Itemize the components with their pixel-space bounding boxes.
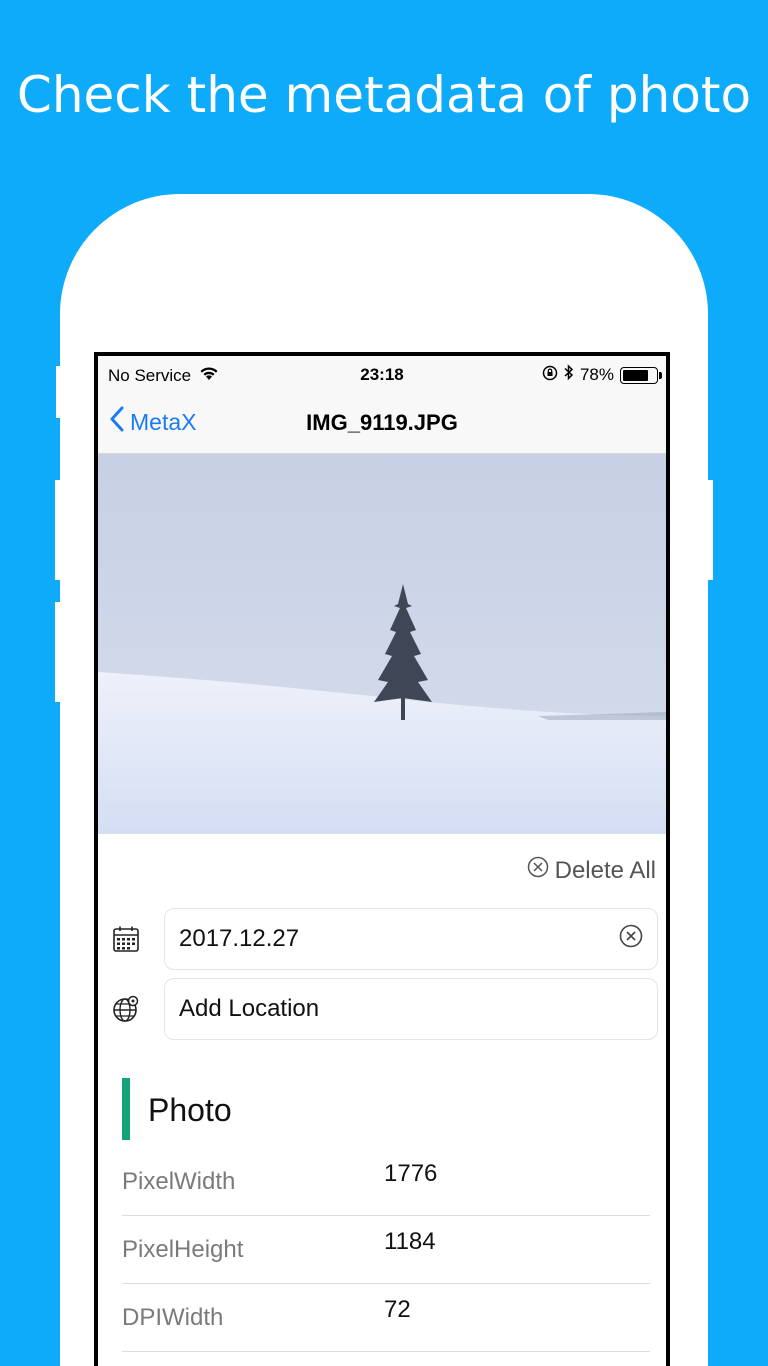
phone-screen: No Service 23:18 78% MetaX IMG_9119.JPG … bbox=[94, 352, 670, 1366]
clear-circle-icon bbox=[527, 856, 549, 885]
headline: Check the metadata of photo bbox=[16, 66, 752, 124]
table-row: DPIWidth 72 bbox=[122, 1284, 650, 1352]
bluetooth-icon bbox=[564, 364, 574, 386]
metadata-key: DPIWidth bbox=[122, 1304, 224, 1331]
table-row: PixelHeight 1184 bbox=[122, 1216, 650, 1284]
location-row: Add Location bbox=[98, 974, 666, 1044]
metadata-value[interactable]: 1776 bbox=[384, 1160, 437, 1188]
navigation-bar: MetaX IMG_9119.JPG bbox=[98, 392, 666, 454]
status-bar: No Service 23:18 78% bbox=[98, 356, 666, 392]
delete-all-button[interactable]: Delete All bbox=[527, 856, 656, 885]
delete-all-label: Delete All bbox=[554, 856, 656, 884]
orientation-lock-icon bbox=[542, 365, 558, 386]
photo-preview[interactable] bbox=[98, 454, 666, 834]
location-field[interactable]: Add Location bbox=[164, 978, 658, 1040]
section-accent-bar bbox=[122, 1078, 130, 1140]
table-row: PixelWidth 1776 bbox=[122, 1148, 650, 1216]
add-location-label: Add Location bbox=[179, 995, 320, 1022]
battery-percent: 78% bbox=[579, 365, 614, 384]
clear-date-icon[interactable] bbox=[619, 924, 643, 955]
delete-row: Delete All bbox=[98, 834, 666, 904]
metadata-value[interactable]: 72 bbox=[384, 1296, 411, 1324]
app-screen: No Service 23:18 78% MetaX IMG_9119.JPG … bbox=[98, 356, 666, 1366]
metadata-value[interactable]: 1184 bbox=[384, 1228, 436, 1256]
calendar-icon bbox=[112, 925, 146, 953]
metadata-table: PixelWidth 1776 PixelHeight 1184 DPIWidt… bbox=[98, 1148, 666, 1352]
globe-location-icon bbox=[112, 995, 146, 1023]
section-title: Photo bbox=[148, 1092, 232, 1128]
metadata-key: PixelHeight bbox=[122, 1236, 244, 1263]
date-value: 2017.12.27 bbox=[179, 925, 300, 952]
battery-icon bbox=[620, 366, 662, 384]
metadata-key: PixelWidth bbox=[122, 1168, 236, 1195]
date-row: 2017.12.27 bbox=[98, 904, 666, 974]
section-header: Photo bbox=[98, 1078, 666, 1148]
battery-level-fill bbox=[623, 369, 648, 381]
date-field[interactable]: 2017.12.27 bbox=[164, 908, 658, 970]
page-title: IMG_9119.JPG bbox=[306, 410, 458, 435]
status-right: 78% bbox=[542, 364, 662, 386]
